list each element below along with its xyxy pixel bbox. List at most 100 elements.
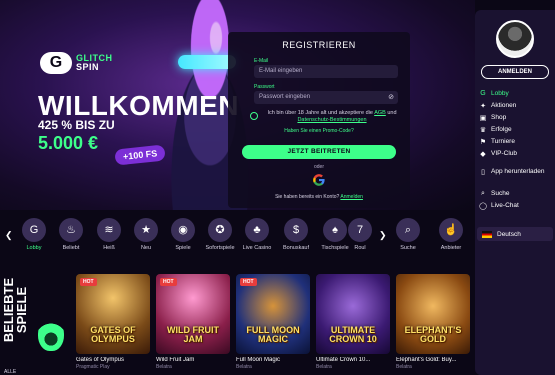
have-account-row: Sie haben bereits ein Konto? Anmelden [228,194,410,200]
game-card[interactable]: ELEPHANT'S GOLD Elephant's Gold: Buy... … [396,274,470,370]
sidebar-item-label: Lobby [491,90,509,97]
email-label: E-Mail [254,58,269,64]
lobby-icon: G [480,90,486,97]
language-selector[interactable]: Deutsch [477,227,553,241]
right-sidebar: ANMELDEN G Lobby ✦ Aktionen ▣ Shop ♛ Erfolge… [475,10,555,375]
brand-logo[interactable]: G GLITCH SPIN [40,52,113,74]
game-card[interactable]: HOT GATES OF OLYMPUS Gates of Olympus Pr… [76,274,150,370]
password-field-group: Passwort Passwort eingeben ⊘ [254,84,398,104]
registration-title: REGISTRIEREN [282,40,356,50]
category-live-casino[interactable]: ♣ Live Casino [237,218,277,251]
registration-panel: REGISTRIEREN E-Mail E-Mail eingeben Pass… [228,32,410,208]
sidebar-item-label: Erfolge [491,126,512,133]
password-placeholder: Passwort eingeben [259,94,311,100]
search-icon: ⌕ [396,218,420,242]
moneybag-icon: $ [284,218,308,242]
view-all-link[interactable]: ALLE [4,369,16,375]
game-card[interactable]: ULTIMATE CROWN 10 Ultimate Crown 10... B… [316,274,390,370]
game-thumb-title: FULL MOON MAGIC [246,325,300,344]
password-input[interactable]: Passwort eingeben ⊘ [254,91,398,104]
chevron-right-icon[interactable]: ❯ [379,230,387,241]
category-search[interactable]: ⌕ Suche [388,218,428,251]
category-new[interactable]: ★ Neu [126,218,166,251]
popular-games-section: BELIEBTE SPIELE ALLE HOT GATES OF OLYMPU… [0,262,475,375]
sidebar-item-label: VIP-Club [491,150,518,157]
google-icon[interactable] [312,173,326,187]
sidebar-item-achievements[interactable]: ♛ Erfolge [479,126,553,138]
game-provider: Belatra [396,364,412,370]
or-divider: oder [313,164,324,170]
sidebar-item-search[interactable]: ⌕ Suche [479,190,553,202]
category-bonus-buy[interactable]: $ Bonuskauf [276,218,316,251]
game-thumbnail[interactable]: ELEPHANT'S GOLD [396,274,470,354]
game-name: Elephant's Gold: Buy... [396,357,457,363]
game-name: Ultimate Crown 10... [316,357,371,363]
password-label: Passwort [254,84,275,90]
fire-icon: ♨ [59,218,83,242]
star-icon: ★ [134,218,158,242]
category-instant-games[interactable]: ✪ Sofortspiele [200,218,240,251]
email-input[interactable]: E-Mail eingeben [254,65,398,78]
sidebar-item-label: Turniere [491,138,515,145]
sidebar-item-download-app[interactable]: ▯ App herunterladen [479,168,553,190]
download-app-icon: ▯ [481,169,485,176]
game-card[interactable]: HOT WILD FRUIT JAM Wild Fruit Jam Belatr… [156,274,230,370]
sidebar-item-label: Live-Chat [491,202,519,209]
privacy-link[interactable]: Datenschutz-Bestimmungen [297,117,366,123]
sidebar-item-label: Aktionen [491,102,517,109]
sidebar-item-tournaments[interactable]: ⚑ Turniere [479,138,553,150]
sidebar-item-promotions[interactable]: ✦ Aktionen [479,102,553,114]
join-now-button[interactable]: JETZT BEITRETEN [242,145,396,159]
email-field-group: E-Mail E-Mail eingeben [254,58,398,78]
provider-icon: ☝ [439,218,463,242]
category-roulette[interactable]: 7 Roul [345,218,375,251]
consent-checkbox[interactable] [250,112,258,120]
signin-button[interactable]: ANMELDEN [481,65,549,79]
vip-icon: ◆ [480,151,486,158]
login-link[interactable]: Anmelden [340,194,363,200]
language-label: Deutsch [497,230,521,238]
consent-and: und [387,110,397,116]
category-games[interactable]: ◉ Spiele [163,218,203,251]
game-provider: Belatra [236,364,252,370]
category-providers[interactable]: ☝ Anbieter [431,218,471,251]
game-thumbnail[interactable]: ULTIMATE CROWN 10 [316,274,390,354]
search-icon: ⌕ [481,190,485,197]
logo-line-2: SPIN [76,62,100,72]
hot-badge: HOT [240,278,257,286]
game-card[interactable]: HOT FULL MOON MAGIC Full Moon Magic Bela… [236,274,310,370]
game-thumb-title: ELEPHANT'S GOLD [404,325,462,344]
game-thumbnail[interactable]: HOT GATES OF OLYMPUS [76,274,150,354]
eye-off-icon[interactable]: ⊘ [388,93,394,101]
logo-mark-icon: G [40,52,72,74]
hot-badge: HOT [160,278,177,286]
game-thumbnail[interactable]: HOT FULL MOON MAGIC [236,274,310,354]
avatar[interactable] [496,20,534,58]
category-popular[interactable]: ♨ Beliebt [51,218,91,251]
gamepad-icon: ✪ [208,218,232,242]
tournament-icon: ⚑ [479,139,487,146]
gift-icon: ✦ [480,103,486,110]
sidebar-item-shop[interactable]: ▣ Shop [479,114,553,126]
game-thumbnail[interactable]: HOT WILD FRUIT JAM [156,274,230,354]
sidebar-item-lobby[interactable]: G Lobby [479,90,553,102]
sidebar-item-vip[interactable]: ◆ VIP-Club [479,150,553,162]
sidebar-item-label: Suche [491,190,510,197]
game-provider: Belatra [316,364,332,370]
shop-icon: ▣ [479,115,487,122]
category-hot[interactable]: ≋ Heiß [89,218,129,251]
category-bar: ❮ G Lobby ♨ Beliebt ≋ Heiß ★ Neu ◉ Spiele ✪ So… [0,210,475,262]
category-lobby[interactable]: G Lobby [14,218,54,251]
trophy-icon: ♛ [479,127,487,134]
game-thumb-title: WILD FRUIT JAM [167,325,219,344]
chevron-left-icon[interactable]: ❮ [5,230,13,241]
game-thumb-title: ULTIMATE CROWN 10 [329,325,377,344]
consent-text: Ich bin über 18 Jahre alt und akzeptiere… [267,110,373,116]
german-flag-icon [482,230,492,238]
slot-icon: ◉ [171,218,195,242]
promo-code-link[interactable]: Haben Sie einen Promo-Code? [228,128,410,134]
sidebar-item-live-chat[interactable]: ◯ Live-Chat [479,202,553,214]
terms-link[interactable]: AGB [374,110,386,116]
cards-icon: ♠ [323,218,347,242]
lobby-icon: G [22,218,46,242]
